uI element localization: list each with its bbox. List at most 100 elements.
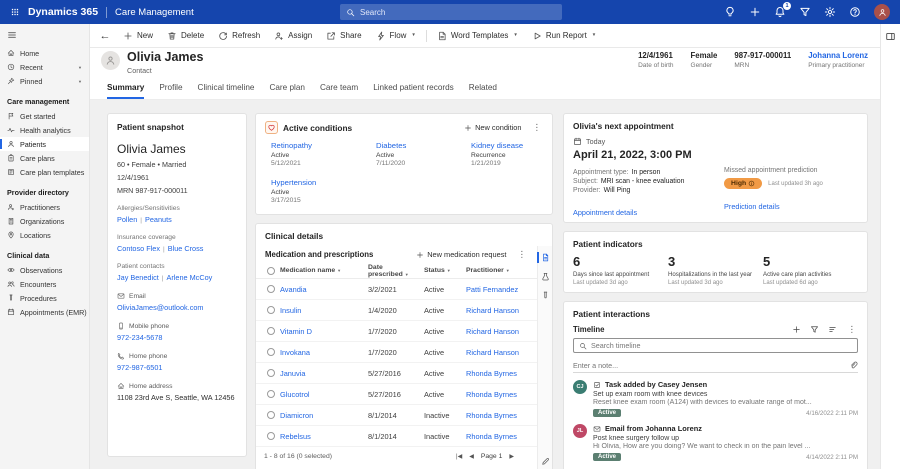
medication-link[interactable]: Diamicron [280,411,313,420]
column-header-date-prescribed[interactable]: Date prescribed▼ [368,264,424,278]
table-row[interactable]: Januvia5/27/2016ActiveRhonda Byrnes [256,363,537,384]
sidebar-item-locations[interactable]: Locations [0,228,89,242]
allergy-link[interactable]: Pollen [117,215,137,224]
medication-link[interactable]: Avandia [280,285,307,294]
sidebar-item-home[interactable]: Home [0,46,89,60]
tab-profile[interactable]: Profile [159,76,182,99]
delete-button[interactable]: Delete [160,26,211,46]
next-page-button[interactable]: ▶ [509,453,514,460]
row-checkbox[interactable] [267,348,275,356]
sidebar-item-appointments-emr[interactable]: Appointments (EMR) [0,305,89,319]
note-input-row[interactable] [573,358,858,373]
practitioner-link[interactable]: Rhonda Byrnes [466,369,517,378]
practitioner-link[interactable]: Richard Hanson [466,327,519,336]
medications-tab[interactable] [541,253,550,262]
row-checkbox[interactable] [267,432,275,440]
email-link[interactable]: OliviaJames@outlook.com [117,303,237,312]
tab-care-team[interactable]: Care team [320,76,358,99]
sidebar-item-health-analytics[interactable]: Health analytics [0,123,89,137]
sidebar-item-care-plan-templates[interactable]: Care plan templates [0,165,89,179]
more-commands-button[interactable]: ⋮ [531,123,544,132]
column-header-medication-name[interactable]: Medication name▼ [280,267,368,274]
timeline-expand-button[interactable] [828,325,837,334]
timeline-more-button[interactable]: ⋮ [846,325,859,334]
account-button[interactable] [874,4,890,20]
table-row[interactable]: Vitamin D1/7/2020ActiveRichard Hanson [256,321,537,342]
prediction-details-link[interactable]: Prediction details [724,202,780,220]
timeline-create-button[interactable] [792,325,801,334]
condition-link[interactable]: Hypertension [271,178,376,187]
global-search-input[interactable] [360,8,556,17]
row-checkbox[interactable] [267,306,275,314]
contact-link[interactable]: Arlene McCoy [166,273,212,282]
paperclip-icon[interactable] [849,361,858,370]
row-checkbox[interactable] [267,327,275,335]
sidebar-item-care-plans[interactable]: Care plans [0,151,89,165]
condition-link[interactable]: Kidney disease [471,141,543,150]
appointment-details-link[interactable]: Appointment details [573,208,637,217]
condition-link[interactable]: Diabetes [376,141,471,150]
sidebar-item-procedures[interactable]: Procedures [0,291,89,305]
more-commands-button[interactable]: ⋮ [516,250,529,259]
condition-link[interactable]: Retinopathy [271,141,376,150]
global-search-box[interactable] [340,4,562,20]
sidebar-item-encounters[interactable]: Encounters [0,277,89,291]
sidebar-item-pinned[interactable]: Pinned▼ [0,74,89,88]
timeline-search-input[interactable] [591,341,852,350]
vitals-tab[interactable] [541,291,550,300]
column-header-status[interactable]: Status▼ [424,267,466,274]
select-all-checkbox[interactable] [267,267,275,275]
medication-link[interactable]: Rebelsus [280,432,311,441]
tab-clinical-timeline[interactable]: Clinical timeline [198,76,255,99]
refresh-button[interactable]: Refresh [211,26,267,46]
first-page-button[interactable]: |◀ [456,453,462,460]
help-button[interactable] [849,6,861,18]
tab-linked-patient-records[interactable]: Linked patient records [373,76,454,99]
table-row[interactable]: Diamicron8/1/2014InactiveRhonda Byrnes [256,405,537,426]
tab-care-plan[interactable]: Care plan [269,76,305,99]
insurance-link[interactable]: Contoso Flex [117,244,160,253]
row-checkbox[interactable] [267,390,275,398]
quick-create-button[interactable] [749,6,761,18]
insurance-link[interactable]: Blue Cross [168,244,204,253]
practitioner-link[interactable]: Richard Hanson [466,348,519,357]
note-input[interactable] [573,361,845,370]
sidebar-item-observations[interactable]: Observations [0,263,89,277]
word-templates-button[interactable]: Word Templates▼ [430,26,525,46]
practitioner-link[interactable]: Johanna Lorenz [808,51,868,60]
mobile-phone-link[interactable]: 972-234-5678 [117,333,237,342]
practitioner-link[interactable]: Rhonda Byrnes [466,411,517,420]
previous-page-button[interactable]: ◀ [469,453,474,460]
row-checkbox[interactable] [267,369,275,377]
app-launcher-button[interactable] [10,7,20,17]
back-button[interactable]: ← [94,26,116,46]
app-name[interactable]: Care Management [115,7,194,18]
assign-button[interactable]: Assign [267,26,319,46]
practitioner-link[interactable]: Patti Fernandez [466,285,518,294]
notifications-button[interactable]: 1 [774,6,786,18]
suggestions-button[interactable] [724,6,736,18]
row-checkbox[interactable] [267,285,275,293]
home-phone-link[interactable]: 972-987-6501 [117,363,237,372]
new-button[interactable]: New [116,26,160,46]
new-medication-request-button[interactable]: New medication request [416,250,506,259]
practitioner-link[interactable]: Richard Hanson [466,306,519,315]
medication-link[interactable]: Vitamin D [280,327,312,336]
flow-button[interactable]: Flow▼ [369,26,423,46]
medication-link[interactable]: Insulin [280,306,301,315]
allergy-link[interactable]: Peanuts [145,215,172,224]
medication-link[interactable]: Januvia [280,369,305,378]
collapse-sitemap-button[interactable] [0,24,24,46]
new-condition-button[interactable]: New condition [464,123,521,132]
table-row[interactable]: Glucotrol5/27/2016ActiveRhonda Byrnes [256,384,537,405]
settings-button[interactable] [824,6,836,18]
sidebar-item-organizations[interactable]: Organizations [0,214,89,228]
medication-link[interactable]: Invokana [280,348,310,357]
medication-link[interactable]: Glucotrol [280,390,310,399]
labs-tab[interactable] [541,272,550,281]
timeline-filter-button[interactable] [810,325,819,334]
sidebar-item-get-started[interactable]: Get started [0,109,89,123]
edit-button[interactable] [541,457,550,466]
timeline-entry[interactable]: JL Email from Johanna Lorenz Post knee s… [573,424,858,461]
share-button[interactable]: Share [319,26,368,46]
